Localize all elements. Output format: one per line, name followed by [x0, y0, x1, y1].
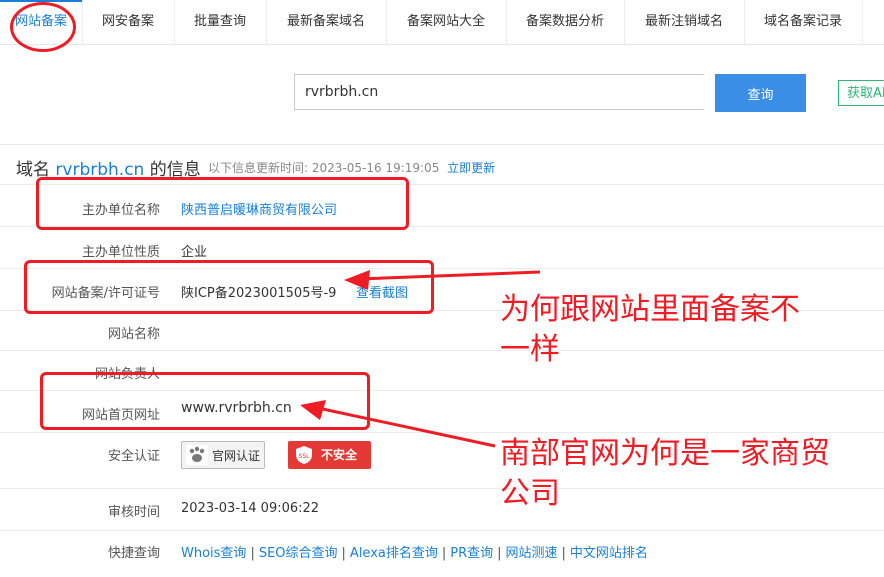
note1-line2: 一样 [500, 332, 560, 367]
arrow-license-icon [344, 270, 541, 290]
note2-line1: 南部官网为何是一家商贸 [500, 436, 830, 471]
annotation-note-homepage: 南部官网为何是一家商贸 公司 [500, 434, 830, 514]
arrow-homepage-icon [300, 400, 496, 448]
note2-line2: 公司 [500, 476, 560, 511]
note1-line1: 为何跟网站里面备案不 [500, 292, 800, 327]
annotation-note-license: 为何跟网站里面备案不 一样 [500, 290, 800, 370]
